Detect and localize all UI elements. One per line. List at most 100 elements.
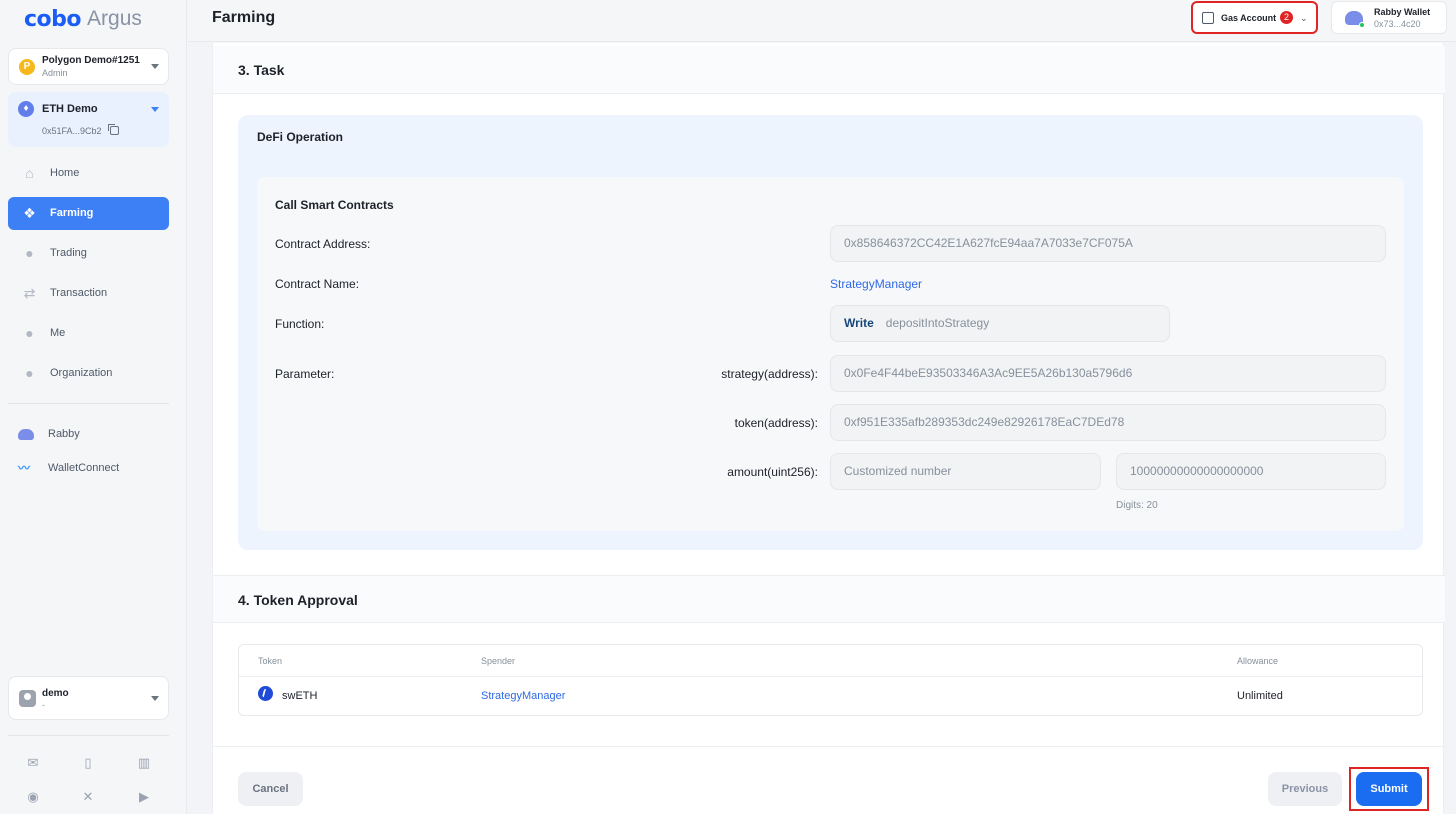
logo-sub: Argus bbox=[87, 7, 142, 30]
token-param-label: token(address): bbox=[734, 416, 818, 430]
column-header-spender: Spender bbox=[481, 656, 516, 666]
table-header-divider bbox=[239, 676, 1422, 677]
amount-type-select[interactable]: Customized number bbox=[830, 453, 1101, 490]
amount-value-field[interactable]: 10000000000000000000 bbox=[1116, 453, 1386, 490]
farming-icon: ❖ bbox=[23, 205, 36, 221]
column-header-allowance: Allowance bbox=[1237, 656, 1279, 666]
sidebar-divider bbox=[8, 403, 169, 404]
sidebar-item-label: Farming bbox=[50, 207, 94, 219]
spender-link[interactable]: StrategyManager bbox=[481, 690, 565, 702]
user-subtitle: - bbox=[42, 700, 45, 710]
task-section-header: 3. Task bbox=[213, 46, 1445, 94]
trading-icon: ● bbox=[25, 245, 34, 261]
cancel-button[interactable]: Cancel bbox=[238, 772, 303, 806]
wallet-selector[interactable]: ♦ ETH Demo 0x51FA...9Cb2 bbox=[8, 92, 169, 147]
wallet-name: ETH Demo bbox=[42, 103, 98, 115]
discord-icon[interactable]: ◉ bbox=[24, 788, 42, 806]
sidebar-item-label: Organization bbox=[50, 367, 113, 379]
sidebar-item-label: Me bbox=[50, 327, 66, 339]
section-title: 4. Token Approval bbox=[238, 592, 358, 608]
sidebar: cobo Argus P Polygon Demo#1251 Admin ♦ E… bbox=[0, 0, 187, 814]
org-name: Polygon Demo#1251 bbox=[42, 55, 140, 66]
strategy-address-field[interactable]: 0x0Fe4F44beE93503346A3Ac9EE5A26b130a5796… bbox=[830, 355, 1386, 392]
mail-icon[interactable]: ✉ bbox=[24, 754, 42, 772]
token-cell: swETH bbox=[282, 690, 318, 702]
organization-icon: ● bbox=[25, 365, 34, 381]
sidebar-item-label: Transaction bbox=[50, 287, 108, 299]
function-mode: Write bbox=[844, 316, 874, 330]
wallet-address: 0x51FA...9Cb2 bbox=[42, 126, 102, 136]
connected-status-dot bbox=[1359, 22, 1365, 28]
sweth-token-icon bbox=[258, 686, 273, 701]
walletconnect-icon: 〰 bbox=[18, 461, 31, 475]
org-role: Admin bbox=[42, 68, 68, 78]
contract-name-label: Contract Name: bbox=[275, 277, 360, 291]
rabby-wallet-button[interactable]: Rabby Wallet 0x73...4c20 bbox=[1331, 1, 1447, 34]
digits-hint: Digits: 20 bbox=[1116, 500, 1158, 511]
sidebar-item-farming[interactable]: ❖ Farming bbox=[8, 197, 169, 230]
org-selector[interactable]: P Polygon Demo#1251 Admin bbox=[8, 48, 169, 85]
token-approval-section-header: 4. Token Approval bbox=[213, 575, 1445, 623]
function-name: depositIntoStrategy bbox=[885, 316, 990, 330]
chevron-down-icon: ⌄ bbox=[1300, 13, 1308, 23]
defi-operation-title: DeFi Operation bbox=[257, 130, 344, 144]
amount-param-label: amount(uint256): bbox=[727, 465, 818, 479]
sidebar-item-organization[interactable]: ● Organization bbox=[8, 357, 169, 390]
page-title: Farming bbox=[212, 9, 276, 26]
function-field[interactable]: Write depositIntoStrategy bbox=[830, 305, 1170, 342]
section-title: 3. Task bbox=[238, 62, 285, 78]
sidebar-item-label: Trading bbox=[50, 247, 87, 259]
sidebar-item-me[interactable]: ● Me bbox=[8, 317, 169, 350]
chevron-down-icon bbox=[151, 696, 159, 701]
avatar bbox=[19, 690, 36, 707]
contract-address-label: Contract Address: bbox=[275, 237, 371, 251]
user-name: demo bbox=[42, 688, 69, 699]
function-label: Function: bbox=[275, 317, 325, 331]
sidebar-item-trading[interactable]: ● Trading bbox=[8, 237, 169, 270]
logo-main: cobo bbox=[24, 6, 82, 32]
x-twitter-icon[interactable]: ✕ bbox=[79, 788, 97, 806]
cobo-argus-logo[interactable]: cobo Argus bbox=[24, 6, 142, 32]
map-icon[interactable]: ▥ bbox=[135, 754, 153, 772]
rabby-wallet-name: Rabby Wallet bbox=[1374, 7, 1431, 17]
chevron-down-icon bbox=[151, 107, 159, 112]
column-header-token: Token bbox=[258, 656, 283, 666]
parameter-label: Parameter: bbox=[275, 367, 335, 381]
token-approval-table: Token Spender Allowance swETH StrategyMa… bbox=[238, 644, 1423, 716]
sidebar-item-home[interactable]: ⌂ Home bbox=[8, 157, 169, 190]
gas-account-label: Gas Account bbox=[1221, 13, 1277, 23]
sidebar-divider bbox=[8, 735, 169, 736]
sidebar-item-label: Home bbox=[50, 167, 80, 179]
gas-pump-icon bbox=[1202, 12, 1214, 24]
sidebar-item-walletconnect[interactable]: 〰 WalletConnect bbox=[18, 459, 119, 477]
previous-button[interactable]: Previous bbox=[1268, 772, 1342, 806]
home-icon: ⌂ bbox=[25, 165, 34, 181]
sidebar-item-label: WalletConnect bbox=[48, 462, 120, 474]
ethereum-icon: ♦ bbox=[18, 101, 34, 117]
token-address-field[interactable]: 0xf951E335afb289353dc249e82926178EaC7DEd… bbox=[830, 404, 1386, 441]
rabby-icon bbox=[18, 428, 34, 440]
strategy-param-label: strategy(address): bbox=[721, 367, 818, 381]
allowance-cell: Unlimited bbox=[1237, 690, 1283, 702]
docs-icon[interactable]: ▯ bbox=[79, 754, 97, 772]
contract-address-field[interactable]: 0x858646372CC42E1A627fcE94aa7A7033e7CF07… bbox=[830, 225, 1386, 262]
rabby-wallet-address: 0x73...4c20 bbox=[1374, 19, 1421, 29]
sidebar-item-rabby[interactable]: Rabby bbox=[18, 425, 80, 443]
sidebar-item-transaction[interactable]: ⇄ Transaction bbox=[8, 277, 169, 310]
top-bar: Farming Gas Account 2 ⌄ Rabby Wallet 0x7… bbox=[188, 0, 1456, 42]
youtube-icon[interactable]: ▶ bbox=[135, 788, 153, 806]
notification-badge: 2 bbox=[1280, 11, 1293, 24]
sidebar-item-label: Rabby bbox=[48, 428, 80, 440]
submit-button[interactable]: Submit bbox=[1356, 772, 1422, 806]
copy-icon[interactable] bbox=[108, 124, 119, 135]
user-icon: ● bbox=[25, 325, 34, 341]
call-smart-contracts-panel: Call Smart Contracts Contract Address: 0… bbox=[257, 177, 1404, 531]
main-content: 3. Task DeFi Operation Call Smart Contra… bbox=[212, 43, 1445, 814]
transaction-icon: ⇄ bbox=[23, 285, 36, 301]
footer-divider bbox=[213, 746, 1445, 747]
gas-account-button[interactable]: Gas Account 2 ⌄ bbox=[1191, 1, 1318, 34]
chevron-down-icon bbox=[151, 64, 159, 69]
call-smart-contracts-title: Call Smart Contracts bbox=[275, 198, 394, 212]
user-menu[interactable]: demo - bbox=[8, 676, 169, 720]
contract-name-link[interactable]: StrategyManager bbox=[830, 277, 922, 291]
